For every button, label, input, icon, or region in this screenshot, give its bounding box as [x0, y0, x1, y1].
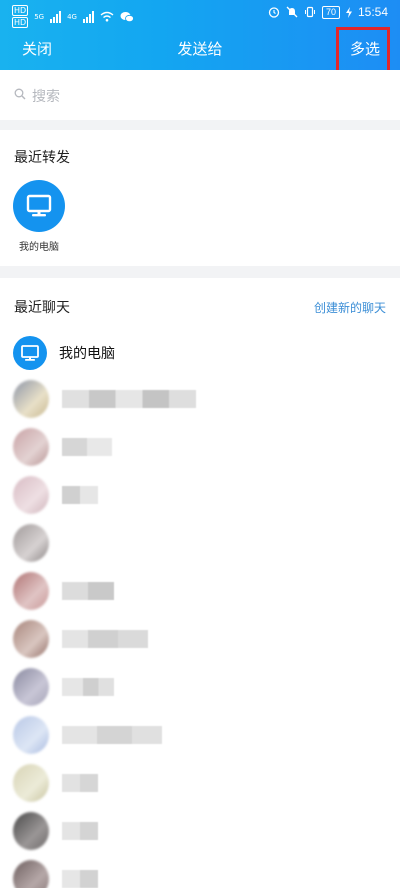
chat-item-blurred[interactable]: [0, 664, 400, 712]
chat-item-blurred[interactable]: [0, 376, 400, 424]
create-new-chat-link[interactable]: 创建新的聊天: [314, 299, 386, 316]
chat-avatar: [13, 380, 49, 418]
chat-avatar: [13, 620, 49, 658]
chat-name-blurred: [62, 630, 148, 648]
chat-item-my-computer[interactable]: 我的电脑: [0, 328, 400, 376]
recent-forward-item-my-computer[interactable]: [13, 180, 65, 232]
status-bar: HD HD 5G 4G 70 15:54: [0, 0, 400, 28]
chat-name-blurred: [62, 870, 98, 888]
chat-item-blurred[interactable]: [0, 472, 400, 520]
chat-item-blurred[interactable]: [0, 760, 400, 808]
chat-avatar: [13, 524, 49, 562]
status-right: 70 15:54: [268, 5, 388, 19]
status-time: 15:54: [357, 5, 388, 19]
mute-bell-icon: [286, 6, 298, 18]
recent-chats-title: 最近聊天: [14, 300, 70, 316]
recent-chats-section: 最近聊天 创建新的聊天 我的电脑: [0, 278, 400, 888]
recent-forward-section: 最近转发 我的电脑: [0, 130, 400, 266]
signal1-icon: [50, 10, 62, 23]
chat-avatar: [13, 336, 47, 370]
sim1-badge: HD: [12, 5, 29, 16]
chat-item-blurred[interactable]: [0, 712, 400, 760]
chat-item-blurred[interactable]: [0, 520, 400, 568]
chat-avatar: [13, 812, 49, 850]
chat-avatar: [13, 668, 49, 706]
chat-item-blurred[interactable]: [0, 568, 400, 616]
search-bar[interactable]: 搜索: [0, 70, 400, 120]
chat-avatar: [13, 428, 49, 466]
chat-avatar: [13, 476, 49, 514]
chat-item-name: 我的电脑: [59, 346, 115, 362]
chat-item-blurred[interactable]: [0, 616, 400, 664]
charging-icon: [345, 6, 352, 18]
chat-avatar: [13, 716, 49, 754]
chat-name-blurred: [62, 774, 98, 792]
recent-forward-item-label: 我的电脑: [19, 242, 59, 253]
chat-item-blurred[interactable]: [0, 856, 400, 888]
chat-name-blurred: [62, 390, 196, 408]
chat-name-blurred: [62, 822, 98, 840]
chat-item-blurred[interactable]: [0, 424, 400, 472]
monitor-icon: [21, 345, 39, 361]
chat-name-blurred: [62, 438, 112, 456]
net1-label: 5G: [34, 12, 45, 21]
sim2-badge: HD: [12, 17, 29, 28]
sim-badges: HD HD: [12, 5, 29, 28]
net2-label: 4G: [67, 12, 77, 21]
chat-avatar: [13, 572, 49, 610]
monitor-icon: [26, 194, 52, 217]
chat-name-blurred: [62, 726, 162, 744]
alarm-icon: [268, 7, 280, 18]
search-icon: [14, 88, 26, 100]
chat-name-blurred: [62, 486, 98, 504]
recent-forward-title: 最近转发: [14, 150, 70, 166]
wechat-notify-icon: [120, 11, 134, 22]
chat-avatar: [13, 860, 49, 888]
status-left: HD HD 5G 4G: [12, 5, 134, 28]
battery-icon: 70: [321, 5, 340, 19]
chat-name-blurred: [62, 582, 114, 600]
chat-avatar: [13, 764, 49, 802]
vibrate-icon: [304, 6, 315, 18]
chat-item-blurred[interactable]: [0, 808, 400, 856]
search-input[interactable]: 搜索: [32, 86, 60, 106]
wifi-icon: [100, 11, 114, 22]
signal2-icon: [82, 10, 94, 23]
chat-name-blurred: [62, 678, 114, 696]
